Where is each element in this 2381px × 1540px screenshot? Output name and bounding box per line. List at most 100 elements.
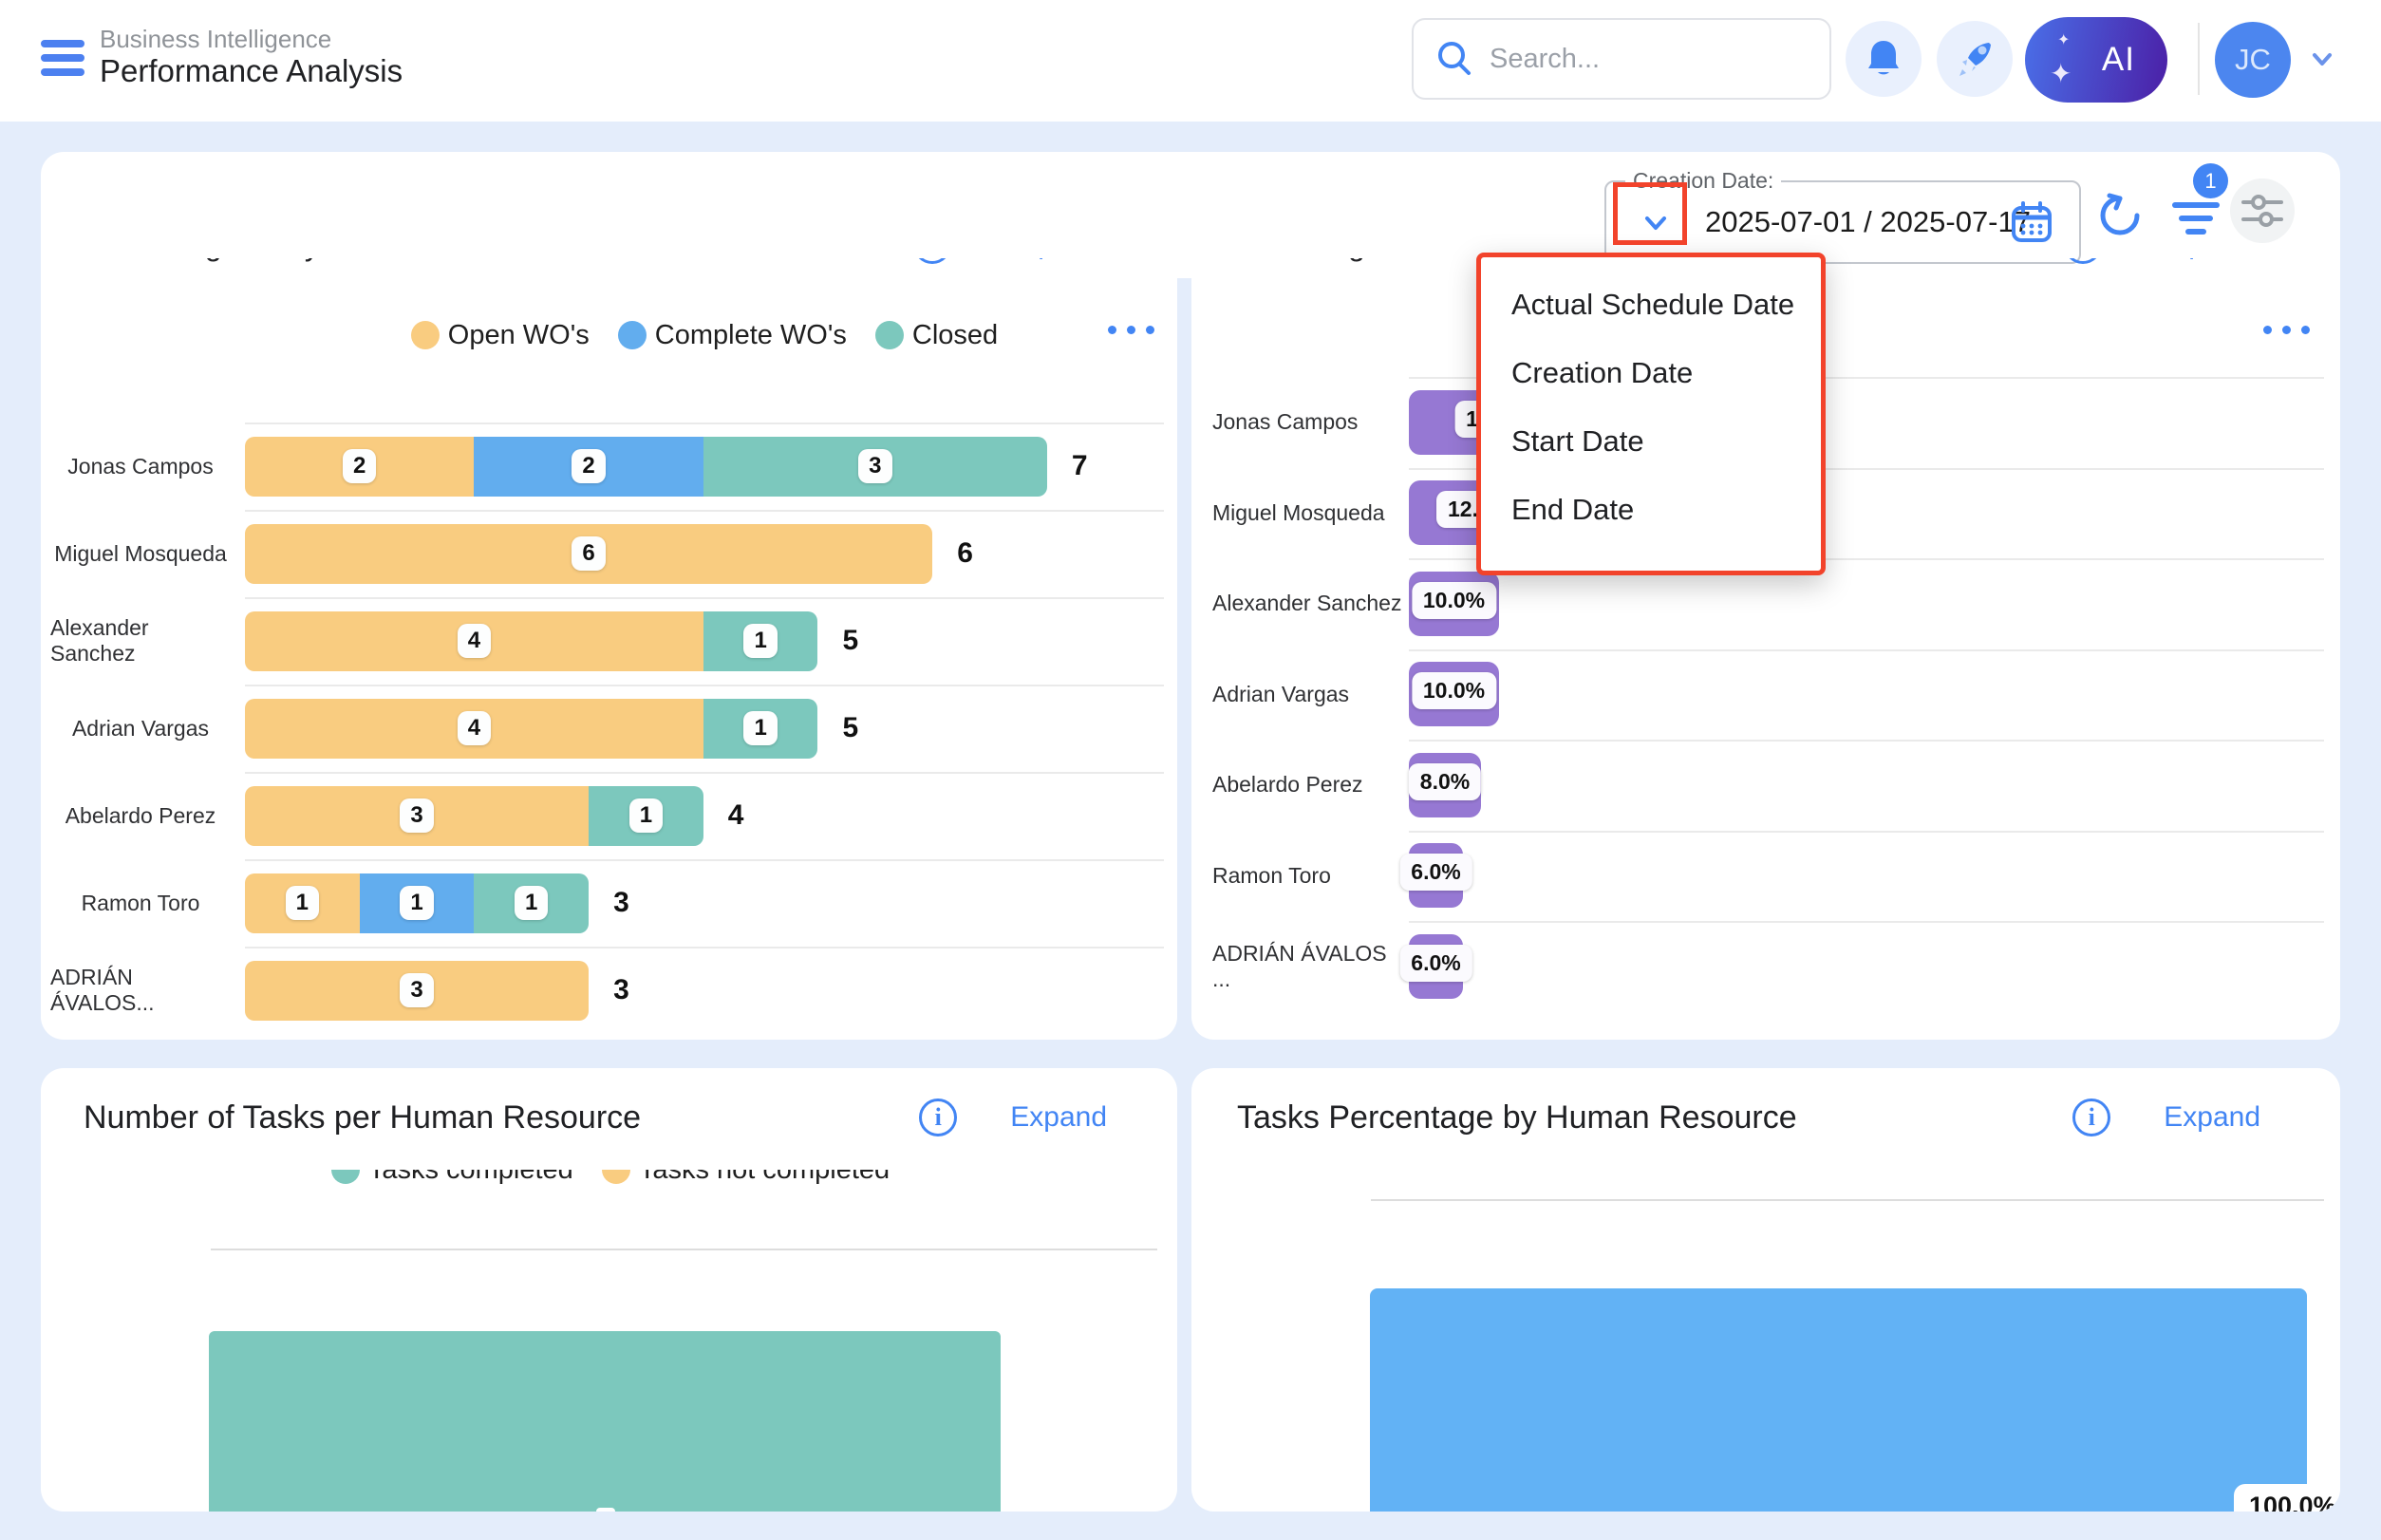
bar-segment[interactable]: 1 bbox=[703, 611, 818, 671]
bar-segment[interactable]: 4 bbox=[245, 699, 703, 759]
settings-button[interactable] bbox=[2230, 178, 2295, 243]
bar-segment[interactable]: 1 bbox=[360, 873, 475, 933]
row-separator bbox=[245, 947, 1164, 948]
user-avatar[interactable]: JC bbox=[2215, 22, 2291, 98]
total-label: 5 bbox=[843, 685, 859, 772]
stacked-bar[interactable]: 41 bbox=[245, 699, 817, 759]
segment-value-label: 6 bbox=[572, 536, 605, 571]
chart-row: Miguel Mosqueda66 bbox=[41, 510, 1177, 597]
segment-value-label: 3 bbox=[858, 449, 891, 483]
bar-segment[interactable]: 1 bbox=[703, 699, 818, 759]
stacked-bar[interactable]: 1 1 1 bbox=[245, 873, 589, 933]
percent-value-label: 10.0% bbox=[1412, 582, 1496, 619]
bar-segment[interactable]: 3 bbox=[245, 961, 589, 1021]
info-icon[interactable]: i bbox=[2064, 258, 2102, 264]
rocket-button[interactable] bbox=[1937, 21, 2013, 97]
category-label: ADRIÁN ÁVALOS ... bbox=[1212, 934, 1402, 999]
segment-value-label: 4 bbox=[458, 711, 491, 745]
info-icon[interactable]: i bbox=[2072, 1099, 2110, 1136]
panel-header: Number of Tasks per Human Resource i Exp… bbox=[84, 1091, 1107, 1144]
legend-item[interactable]: Tasks completed bbox=[331, 1170, 573, 1186]
category-label: Jonas Campos bbox=[50, 437, 231, 497]
bar-segment[interactable]: 4 bbox=[245, 611, 703, 671]
category-label: Ramon Toro bbox=[50, 873, 231, 933]
chart-row: Ramon Toro1113 bbox=[41, 859, 1177, 947]
dropdown-item[interactable]: Start Date bbox=[1481, 407, 1821, 476]
segment-value-label: 4 bbox=[458, 624, 491, 658]
search-box[interactable] bbox=[1412, 18, 1831, 100]
filter-button[interactable] bbox=[2170, 197, 2222, 246]
row-separator bbox=[1409, 740, 2324, 742]
tasks-completed-bar[interactable] bbox=[209, 1331, 1001, 1512]
legend-dot-icon bbox=[331, 1170, 360, 1184]
row-separator bbox=[245, 423, 1164, 424]
bar-value-label: 100.0% bbox=[2234, 1484, 2340, 1512]
panel-title: Tasks Percentage by Human Resource bbox=[1237, 1099, 2072, 1136]
notifications-button[interactable] bbox=[1846, 21, 1922, 97]
percent-value-label: 6.0% bbox=[1399, 854, 1472, 891]
bar-segment[interactable]: 1 bbox=[589, 786, 703, 846]
breadcrumb: Business Intelligence bbox=[100, 25, 331, 54]
refresh-icon bbox=[2096, 192, 2144, 239]
row-separator bbox=[1409, 921, 2324, 923]
total-label: 4 bbox=[728, 772, 744, 859]
panel-title: WO's Progress by Human Resource bbox=[76, 258, 913, 263]
segment-value-label: 1 bbox=[515, 886, 548, 920]
bar-segment[interactable]: 6 bbox=[245, 524, 932, 584]
calendar-button[interactable] bbox=[2009, 199, 2054, 245]
row-separator bbox=[245, 685, 1164, 686]
total-label: 6 bbox=[957, 510, 973, 597]
expand-button[interactable]: Expand bbox=[2164, 1101, 2260, 1134]
search-input[interactable] bbox=[1490, 44, 1803, 75]
row-separator bbox=[245, 597, 1164, 599]
percent-value-label: 10.0% bbox=[1412, 672, 1496, 709]
category-label: Jonas Campos bbox=[1212, 390, 1402, 455]
panel-title: Number of Tasks per Human Resource bbox=[84, 1099, 919, 1136]
refresh-button[interactable] bbox=[2096, 192, 2144, 244]
menu-icon[interactable] bbox=[41, 40, 86, 82]
bar-segment[interactable]: 2 bbox=[474, 437, 703, 497]
row-separator bbox=[245, 859, 1164, 861]
chart-row: Ramon Toro6.0% bbox=[1191, 831, 2340, 922]
bar-segment[interactable]: 1 bbox=[474, 873, 589, 933]
filter-list-icon bbox=[2170, 197, 2222, 241]
dropdown-item[interactable]: End Date bbox=[1481, 476, 1821, 544]
expand-button[interactable]: Expand bbox=[1010, 1101, 1107, 1134]
stacked-bar[interactable]: 41 bbox=[245, 611, 817, 671]
segment-value-label: 2 bbox=[572, 449, 605, 483]
percent-value-label: 8.0% bbox=[1409, 763, 1481, 800]
category-label: Abelardo Perez bbox=[50, 786, 231, 846]
info-icon[interactable]: i bbox=[919, 1099, 957, 1136]
chart-row: Adrian Vargas415 bbox=[41, 685, 1177, 772]
clipped-chart-legend: Tasks completed Tasks not completed bbox=[150, 1170, 1071, 1187]
legend-item[interactable]: Tasks not completed bbox=[602, 1170, 890, 1186]
annotation-highlight-box bbox=[1613, 182, 1687, 245]
segment-value-label: 1 bbox=[629, 798, 663, 833]
bar-segment[interactable]: 1 bbox=[245, 873, 360, 933]
tasks-percentage-bar[interactable] bbox=[1370, 1288, 2307, 1512]
stacked-bar[interactable]: 3 bbox=[245, 961, 589, 1021]
info-icon[interactable]: i bbox=[913, 258, 951, 264]
row-separator bbox=[1409, 831, 2324, 833]
bar-value-pill-peek bbox=[596, 1508, 615, 1512]
expand-button[interactable]: Expand bbox=[2155, 258, 2252, 261]
stacked-bar[interactable]: 31 bbox=[245, 786, 703, 846]
legend-label: Tasks completed bbox=[368, 1170, 573, 1186]
bar-segment[interactable]: 2 bbox=[245, 437, 474, 497]
segment-value-label: 1 bbox=[286, 886, 319, 920]
category-label: Adrian Vargas bbox=[50, 699, 231, 759]
expand-button[interactable]: Expand bbox=[1004, 258, 1101, 261]
stacked-bar[interactable]: 2 2 3 bbox=[245, 437, 1047, 497]
page-title: Performance Analysis bbox=[100, 53, 403, 89]
bar-segment[interactable]: 3 bbox=[703, 437, 1047, 497]
chart-row: Alexander Sanchez415 bbox=[41, 597, 1177, 685]
ai-assistant-button[interactable]: ✦ ✦ AI bbox=[2025, 17, 2167, 103]
account-chevron-down-icon[interactable] bbox=[2305, 49, 2339, 70]
dropdown-item[interactable]: Creation Date bbox=[1481, 339, 1821, 407]
date-range-value[interactable]: 2025-07-01 / 2025-07-17 bbox=[1705, 182, 2031, 262]
stacked-bar[interactable]: 6 bbox=[245, 524, 932, 584]
search-icon bbox=[1434, 39, 1474, 79]
panel-tasks-per-human-resource: Number of Tasks per Human Resource i Exp… bbox=[41, 1068, 1177, 1512]
dropdown-item[interactable]: Actual Schedule Date bbox=[1481, 271, 1821, 339]
bar-segment[interactable]: 3 bbox=[245, 786, 589, 846]
